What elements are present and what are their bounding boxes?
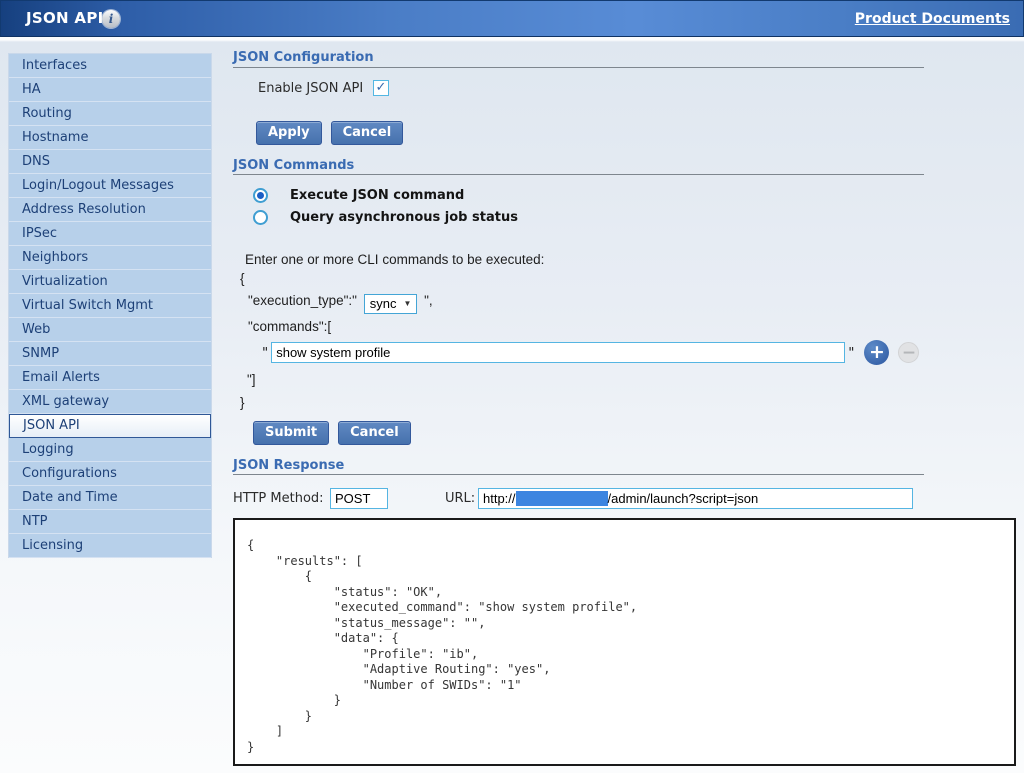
query-async-job-status-label[interactable]: Query asynchronous job status <box>290 210 518 225</box>
json-response-title: JSON Response <box>233 458 344 473</box>
config-cancel-button[interactable]: Cancel <box>331 121 404 145</box>
section-divider <box>233 67 924 68</box>
sidebar-item-address-resolution[interactable]: Address Resolution <box>9 198 211 222</box>
chevron-down-icon: ▼ <box>403 299 411 308</box>
execution-type-trail: ", <box>424 293 433 308</box>
json-configuration-title: JSON Configuration <box>233 50 374 65</box>
execution-type-row: "execution_type":" sync ▼ ", <box>248 293 433 314</box>
sidebar-item-interfaces[interactable]: Interfaces <box>9 54 211 78</box>
add-command-button[interactable]: + <box>864 340 889 365</box>
json-close-brace: } <box>240 395 245 410</box>
sidebar-item-ntp[interactable]: NTP <box>9 510 211 534</box>
remove-command-button[interactable]: − <box>898 342 919 363</box>
json-open-brace: { <box>240 271 245 286</box>
info-icon[interactable]: i <box>102 10 120 28</box>
command-close-quote: " <box>848 345 854 361</box>
section-divider <box>233 174 924 175</box>
url-prefix: http:// <box>483 491 516 506</box>
http-method-label: HTTP Method: <box>233 491 324 506</box>
json-commands-title: JSON Commands <box>233 158 354 173</box>
sidebar-item-ipsec[interactable]: IPSec <box>9 222 211 246</box>
execution-type-label: "execution_type":" <box>248 293 357 308</box>
sidebar-item-virtualization[interactable]: Virtualization <box>9 270 211 294</box>
submit-button[interactable]: Submit <box>253 421 329 445</box>
execution-type-select[interactable]: sync ▼ <box>364 294 418 314</box>
url-input[interactable]: http:// /admin/launch?script=json <box>478 488 913 509</box>
execute-json-command-label[interactable]: Execute JSON command <box>290 188 464 203</box>
sidebar-item-hostname[interactable]: Hostname <box>9 126 211 150</box>
sidebar-item-email-alerts[interactable]: Email Alerts <box>9 366 211 390</box>
sidebar-item-ha[interactable]: HA <box>9 78 211 102</box>
json-response-text: { "results": [ { "status": "OK", "execut… <box>235 520 1014 766</box>
json-array-close: "] <box>247 372 256 387</box>
page-title: JSON API <box>26 1 104 36</box>
title-bar: JSON API i Product Documents <box>0 0 1024 37</box>
commands-cancel-button[interactable]: Cancel <box>338 421 411 445</box>
execute-json-command-radio[interactable] <box>253 188 268 203</box>
json-response-output[interactable]: { "results": [ { "status": "OK", "execut… <box>233 518 1016 766</box>
sidebar: Interfaces HA Routing Hostname DNS Login… <box>8 53 212 558</box>
sidebar-item-routing[interactable]: Routing <box>9 102 211 126</box>
enable-json-api-label: Enable JSON API <box>258 81 363 96</box>
checkmark-icon: ✓ <box>374 81 388 95</box>
url-label: URL: <box>445 491 475 506</box>
sidebar-item-logging[interactable]: Logging <box>9 438 211 462</box>
commands-array-label: "commands":[ <box>248 319 331 334</box>
sidebar-item-web[interactable]: Web <box>9 318 211 342</box>
url-suffix: /admin/launch?script=json <box>608 491 759 506</box>
cli-prompt-label: Enter one or more CLI commands to be exe… <box>245 252 544 267</box>
sidebar-item-snmp[interactable]: SNMP <box>9 342 211 366</box>
sidebar-item-licensing[interactable]: Licensing <box>9 534 211 558</box>
apply-button[interactable]: Apply <box>256 121 322 145</box>
http-method-input[interactable] <box>330 488 388 509</box>
execution-type-value: sync <box>370 296 397 311</box>
query-async-job-status-radio[interactable] <box>253 210 268 225</box>
sidebar-item-dns[interactable]: DNS <box>9 150 211 174</box>
enable-json-api-checkbox[interactable]: ✓ <box>373 80 389 96</box>
sidebar-item-login-logout-messages[interactable]: Login/Logout Messages <box>9 174 211 198</box>
section-divider <box>233 474 924 475</box>
cli-command-input[interactable] <box>271 342 845 363</box>
product-documents-link[interactable]: Product Documents <box>855 1 1010 37</box>
sidebar-item-json-api[interactable]: JSON API <box>9 414 211 438</box>
sidebar-item-neighbors[interactable]: Neighbors <box>9 246 211 270</box>
sidebar-item-virtual-switch-mgmt[interactable]: Virtual Switch Mgmt <box>9 294 211 318</box>
command-open-quote: " <box>262 345 268 361</box>
sidebar-item-date-and-time[interactable]: Date and Time <box>9 486 211 510</box>
sidebar-item-configurations[interactable]: Configurations <box>9 462 211 486</box>
main-content: JSON Configuration Enable JSON API ✓ App… <box>233 37 1024 773</box>
redacted-host <box>516 491 608 506</box>
sidebar-item-xml-gateway[interactable]: XML gateway <box>9 390 211 414</box>
